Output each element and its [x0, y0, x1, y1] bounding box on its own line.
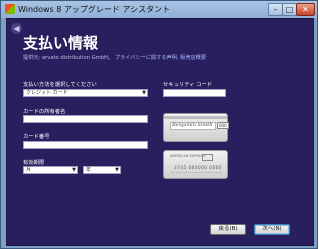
expiry-label: 有効期限: [23, 160, 45, 166]
payment-method-label: 支払い方法を選択してください: [23, 82, 97, 88]
card-signature: Benjamin Smith: [172, 122, 213, 128]
expiry-month-value: 月: [26, 167, 32, 173]
cardholder-label: カードの所有者名: [23, 109, 66, 115]
card-magstripe: [164, 116, 227, 119]
next-button[interactable]: 次へ(N): [254, 224, 290, 235]
chevron-down-icon: ▼: [115, 167, 119, 173]
expiry-year-select[interactable]: 年 ▼: [83, 166, 121, 174]
chevron-down-icon: ▼: [142, 90, 146, 96]
chevron-down-icon: ▼: [72, 167, 76, 173]
expiry-month-select[interactable]: 月 ▼: [23, 166, 78, 174]
page-title: 支払い情報: [23, 34, 99, 52]
app-window: Windows 8 アップグレード アシスタント – □ ✕ ◀ 支払い情報 提…: [0, 0, 318, 249]
security-code-label: セキュリティ コード: [163, 82, 213, 88]
card-back-image: Benjamin Smith 000: [163, 113, 229, 142]
back-arrow-icon[interactable]: ◀: [11, 23, 22, 34]
provider-links[interactable]: プライバシーに関する声明, 販売店概要: [115, 55, 206, 61]
card-cvv: 000: [217, 122, 229, 129]
maximize-button[interactable]: □: [282, 3, 297, 16]
card-front-image: AMERICAN EXPRESS 3745 000000 0000: [163, 150, 228, 179]
security-code-field[interactable]: [163, 89, 226, 97]
card-chip: [202, 154, 213, 161]
card-number-sample: 3745 000000 0000: [174, 165, 222, 170]
window-title: Windows 8 アップグレード アシスタント: [18, 5, 171, 14]
main-content: ◀ 支払い情報 提供元: arvato distribution GmbH。 プ…: [6, 18, 314, 246]
cardholder-field[interactable]: [23, 115, 148, 123]
expiry-year-value: 年: [86, 167, 92, 173]
close-button[interactable]: ✕: [296, 3, 315, 16]
card-number-field[interactable]: [23, 141, 148, 149]
payment-method-select[interactable]: クレジット カード ▼: [23, 89, 148, 97]
provider-info: 提供元: arvato distribution GmbH。 プライバシーに関す…: [23, 54, 206, 61]
provider-text: 提供元: arvato distribution GmbH。: [23, 55, 114, 61]
back-button[interactable]: 戻る(B): [210, 224, 246, 235]
title-bar: Windows 8 アップグレード アシスタント – □ ✕: [1, 1, 317, 18]
payment-method-value: クレジット カード: [26, 90, 68, 96]
card-dots: [171, 172, 221, 176]
card-number-label: カード番号: [23, 134, 50, 140]
windows-logo-icon: [5, 4, 15, 14]
minimize-button[interactable]: –: [268, 3, 283, 16]
card-brand: AMERICAN EXPRESS: [170, 154, 206, 158]
